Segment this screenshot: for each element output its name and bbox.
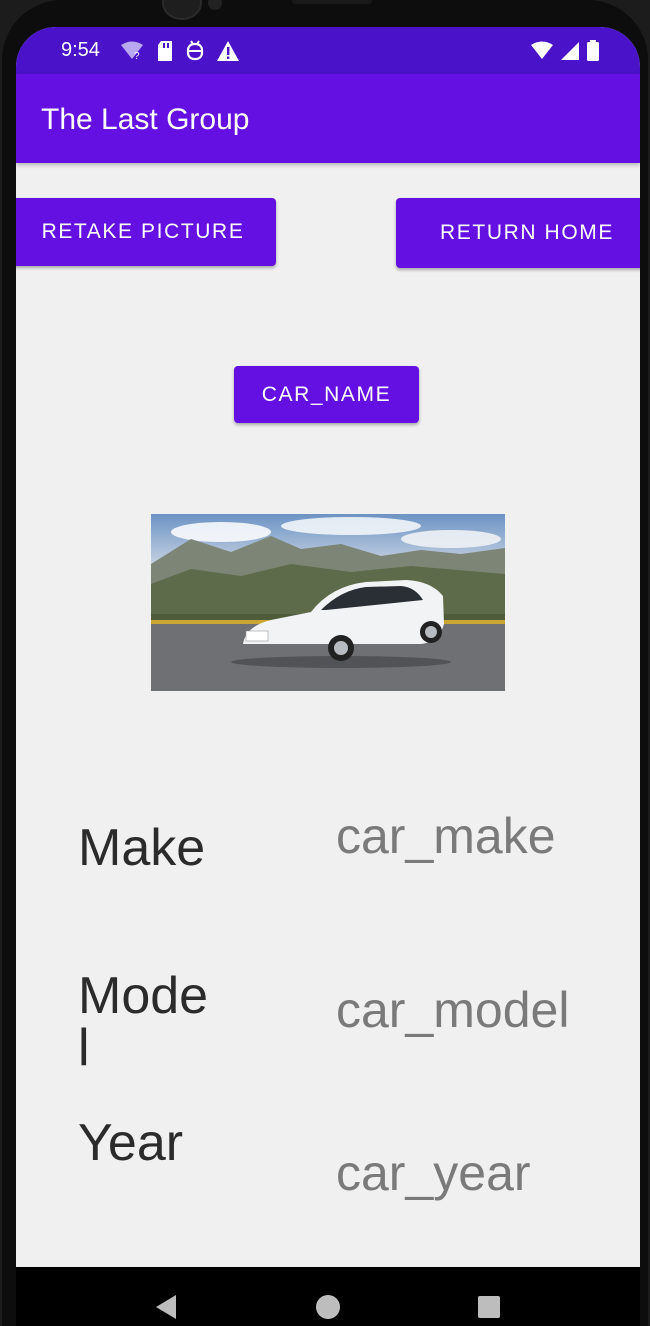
recents-square-icon[interactable] bbox=[477, 1295, 501, 1319]
status-bar: 9:54 ? bbox=[16, 27, 640, 74]
svg-text:?: ? bbox=[134, 51, 140, 61]
status-icons-left: ? bbox=[120, 40, 240, 62]
battery-icon bbox=[587, 40, 599, 61]
home-circle-icon[interactable] bbox=[315, 1294, 341, 1320]
app-title: The Last Group bbox=[41, 103, 250, 136]
car-name-button[interactable]: CAR_NAME bbox=[234, 366, 419, 423]
robot-icon bbox=[186, 40, 204, 61]
navigation-bar bbox=[16, 1267, 640, 1326]
model-label: Mode l bbox=[78, 970, 208, 1074]
model-value: car_model bbox=[336, 982, 570, 1038]
make-label: Make bbox=[78, 819, 206, 877]
year-value: car_year bbox=[336, 1145, 531, 1201]
return-home-button[interactable]: RETURN HOME bbox=[396, 198, 640, 268]
model-label-line2: l bbox=[78, 1019, 90, 1077]
wifi-question-icon: ? bbox=[121, 41, 143, 61]
status-time: 9:54 bbox=[61, 39, 100, 61]
warning-icon bbox=[217, 41, 239, 61]
screen: 9:54 ? The Last Group RETAKE PICTURE RET… bbox=[16, 27, 640, 1326]
cell-signal-icon bbox=[561, 42, 579, 60]
device-frame: 9:54 ? The Last Group RETAKE PICTURE RET… bbox=[0, 0, 650, 1326]
wifi-icon bbox=[531, 41, 553, 59]
model-label-line1: Mode bbox=[78, 967, 209, 1025]
year-label: Year bbox=[78, 1114, 184, 1172]
sensor bbox=[208, 0, 222, 10]
status-icons-right bbox=[530, 40, 600, 62]
front-camera bbox=[162, 0, 202, 20]
sd-card-icon bbox=[158, 41, 172, 61]
back-triangle-icon[interactable] bbox=[154, 1294, 178, 1320]
car-photo bbox=[151, 514, 505, 691]
retake-picture-button[interactable]: RETAKE PICTURE bbox=[16, 198, 276, 266]
make-value: car_make bbox=[336, 808, 556, 864]
earpiece bbox=[292, 0, 372, 4]
app-bar: The Last Group bbox=[16, 74, 640, 163]
